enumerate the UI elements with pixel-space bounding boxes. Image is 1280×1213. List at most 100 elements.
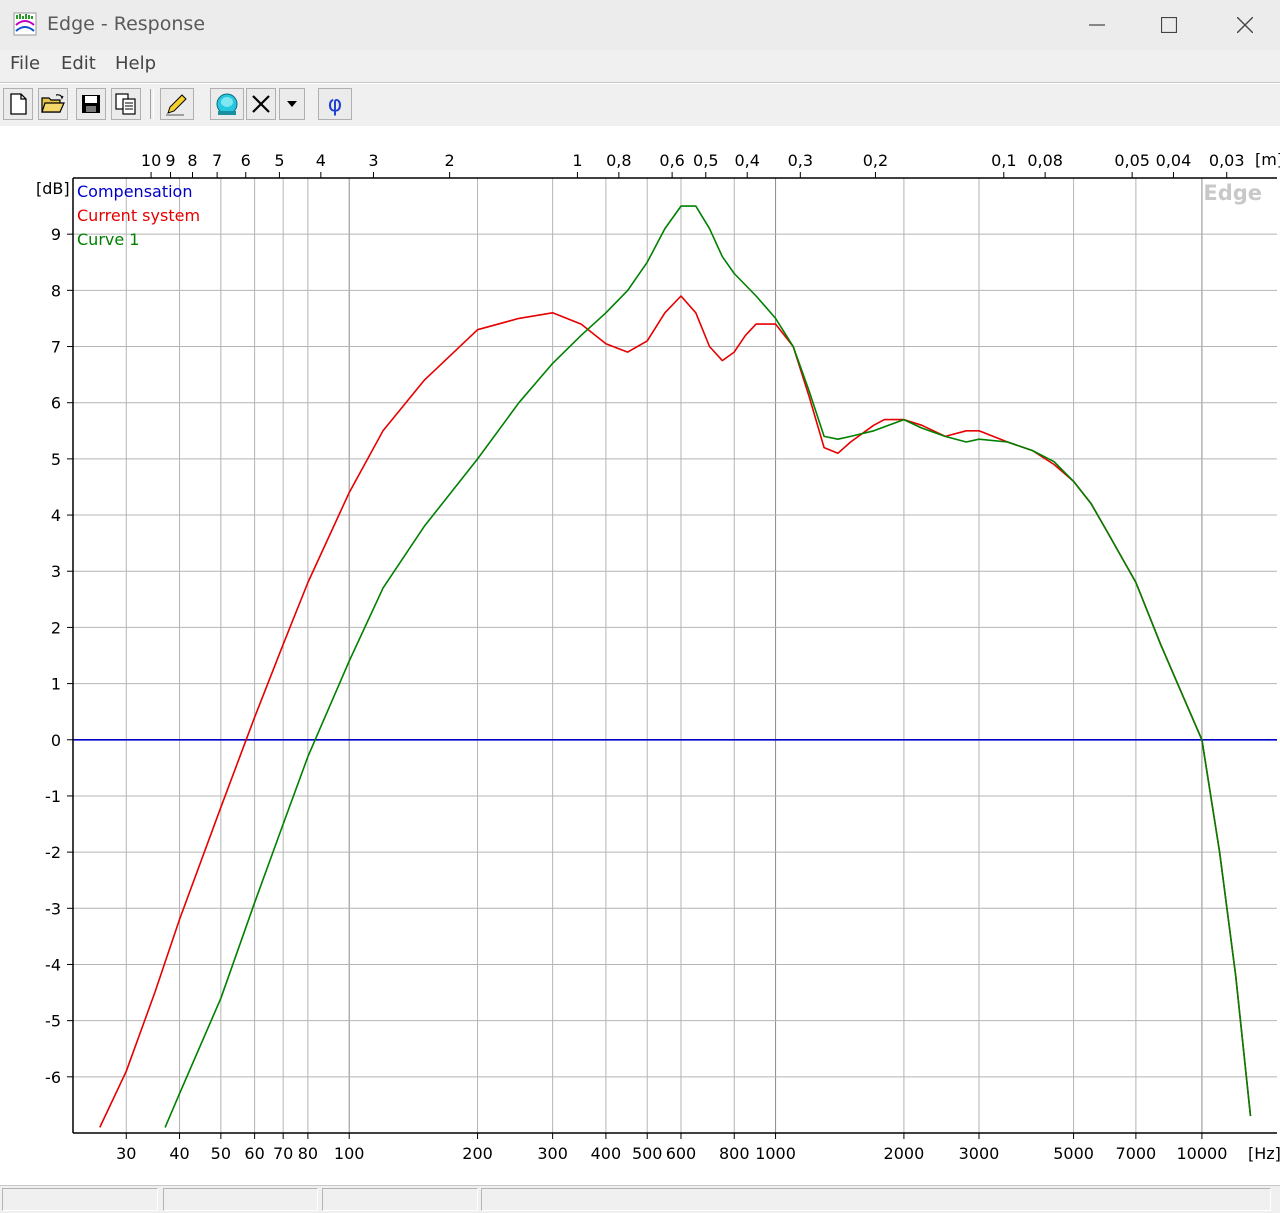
menu-file[interactable]: File [10,53,40,74]
menu-bar: File Edit Help [0,50,1280,83]
top-tick-label: 5 [274,151,284,170]
minimize-icon [1089,24,1105,26]
x-tick-label: 80 [298,1144,318,1163]
legend-curve-1: Curve 1 [77,230,139,249]
top-tick-label: 3 [368,151,378,170]
y-tick-label: -4 [45,955,61,974]
y-tick-label: 5 [51,450,61,469]
window-title: Edge - Response [47,13,206,35]
response-chart[interactable]: 30 40 50 60 70 80 100 200 300 400 500 600 800 1000 200… [0,128,1280,1183]
x-tick-label: 1000 [755,1144,796,1163]
edge-app-icon [13,12,37,36]
grid-layer [73,178,1277,1133]
y-tick-label: -6 [45,1068,61,1087]
save-button[interactable] [76,88,106,120]
new-file-button[interactable] [3,88,33,120]
y-tick-label: 9 [51,225,61,244]
close-button[interactable] [1215,8,1275,42]
current-system-curve [99,295,1252,1128]
top-tick-label: 0,03 [1209,151,1245,170]
top-tick-label: 0,3 [788,151,813,170]
x-tick-label: 30 [116,1144,136,1163]
x-tick-label: 60 [244,1144,264,1163]
delete-dropdown-button[interactable] [279,88,305,120]
top-tick-label: 0,4 [734,151,759,170]
top-tick-label: 0,04 [1156,151,1192,170]
top-tick-label: 0,6 [659,151,684,170]
close-icon [1237,17,1253,33]
x-tick-label: 200 [462,1144,493,1163]
x-tick-label: 7000 [1116,1144,1157,1163]
delete-button[interactable] [246,88,276,120]
x-tick-label: 70 [273,1144,293,1163]
axis-layer: 30 40 50 60 70 80 100 200 300 400 500 600 800 1000 200… [45,151,1277,1163]
top-tick-label: 9 [165,151,175,170]
minimize-button[interactable] [1067,8,1127,42]
series-layer [73,205,1277,1128]
y-tick-label: -2 [45,843,61,862]
top-tick-label: 6 [241,151,251,170]
title-bar: Edge - Response [0,0,1280,50]
open-button[interactable] [38,88,68,120]
y-tick-label: -3 [45,899,61,918]
pencil-icon [166,94,187,116]
x-tick-label: 40 [169,1144,189,1163]
menu-edit[interactable]: Edit [61,53,96,74]
maximize-icon [1161,17,1177,33]
status-bar [0,1185,1280,1213]
y-tick-label: 7 [51,338,61,357]
x-tick-label: 2000 [884,1144,925,1163]
new-file-icon [10,93,27,115]
chart-area: 30 40 50 60 70 80 100 200 300 400 500 600 800 1000 200… [0,128,1280,1183]
menu-help[interactable]: Help [115,53,156,74]
x-tick-label: 800 [719,1144,750,1163]
top-tick-label: 0,2 [863,151,888,170]
x-tick-label: 100 [334,1144,365,1163]
copy-icon [115,93,136,115]
phi-icon: φ [327,91,343,117]
y-tick-label: 6 [51,394,61,413]
y-tick-label: 3 [51,562,61,581]
phase-button[interactable]: φ [318,88,352,120]
status-pane-4 [481,1188,1271,1211]
y-tick-label: 0 [51,731,61,750]
y-tick-label: 1 [51,675,61,694]
x-tick-label: 5000 [1053,1144,1094,1163]
save-disk-icon [82,95,100,113]
top-tick-label: 8 [187,151,197,170]
copy-button[interactable] [111,88,141,120]
speaker-button[interactable] [210,88,244,120]
legend-current-system: Current system [77,206,200,225]
pencil-button[interactable] [160,88,194,120]
x-tick-label: 50 [211,1144,231,1163]
x-tick-label: 10000 [1176,1144,1227,1163]
x-unit-label: [Hz] [1248,1144,1280,1163]
maximize-button[interactable] [1139,8,1199,42]
top-tick-label: 0,08 [1027,151,1063,170]
watermark: Edge [1203,181,1262,205]
y-tick-label: 8 [51,281,61,300]
x-tick-label: 400 [591,1144,622,1163]
legend-compensation: Compensation [77,182,192,201]
toolbar: φ [0,84,1280,126]
y-tick-label: -5 [45,1012,61,1031]
status-pane-2 [163,1188,318,1211]
x-tick-label: 500 [632,1144,663,1163]
top-tick-label: 0,5 [693,151,718,170]
top-tick-label: 0,05 [1114,151,1150,170]
delete-x-icon [252,95,270,113]
status-pane-3 [322,1188,478,1211]
speaker-icon [216,93,238,115]
top-tick-label: 2 [445,151,455,170]
y-tick-label: 2 [51,618,61,637]
top-tick-label: 4 [316,151,326,170]
status-pane-1 [2,1188,158,1211]
y-tick-label: -1 [45,787,61,806]
top-tick-label: 0,1 [991,151,1016,170]
y-unit-label: [dB] [36,179,70,198]
x-tick-label: 600 [666,1144,697,1163]
top-tick-label: 7 [212,151,222,170]
top-tick-label: 0,8 [606,151,631,170]
top-tick-label: 1 [572,151,582,170]
top-tick-label: 10 [141,151,161,170]
